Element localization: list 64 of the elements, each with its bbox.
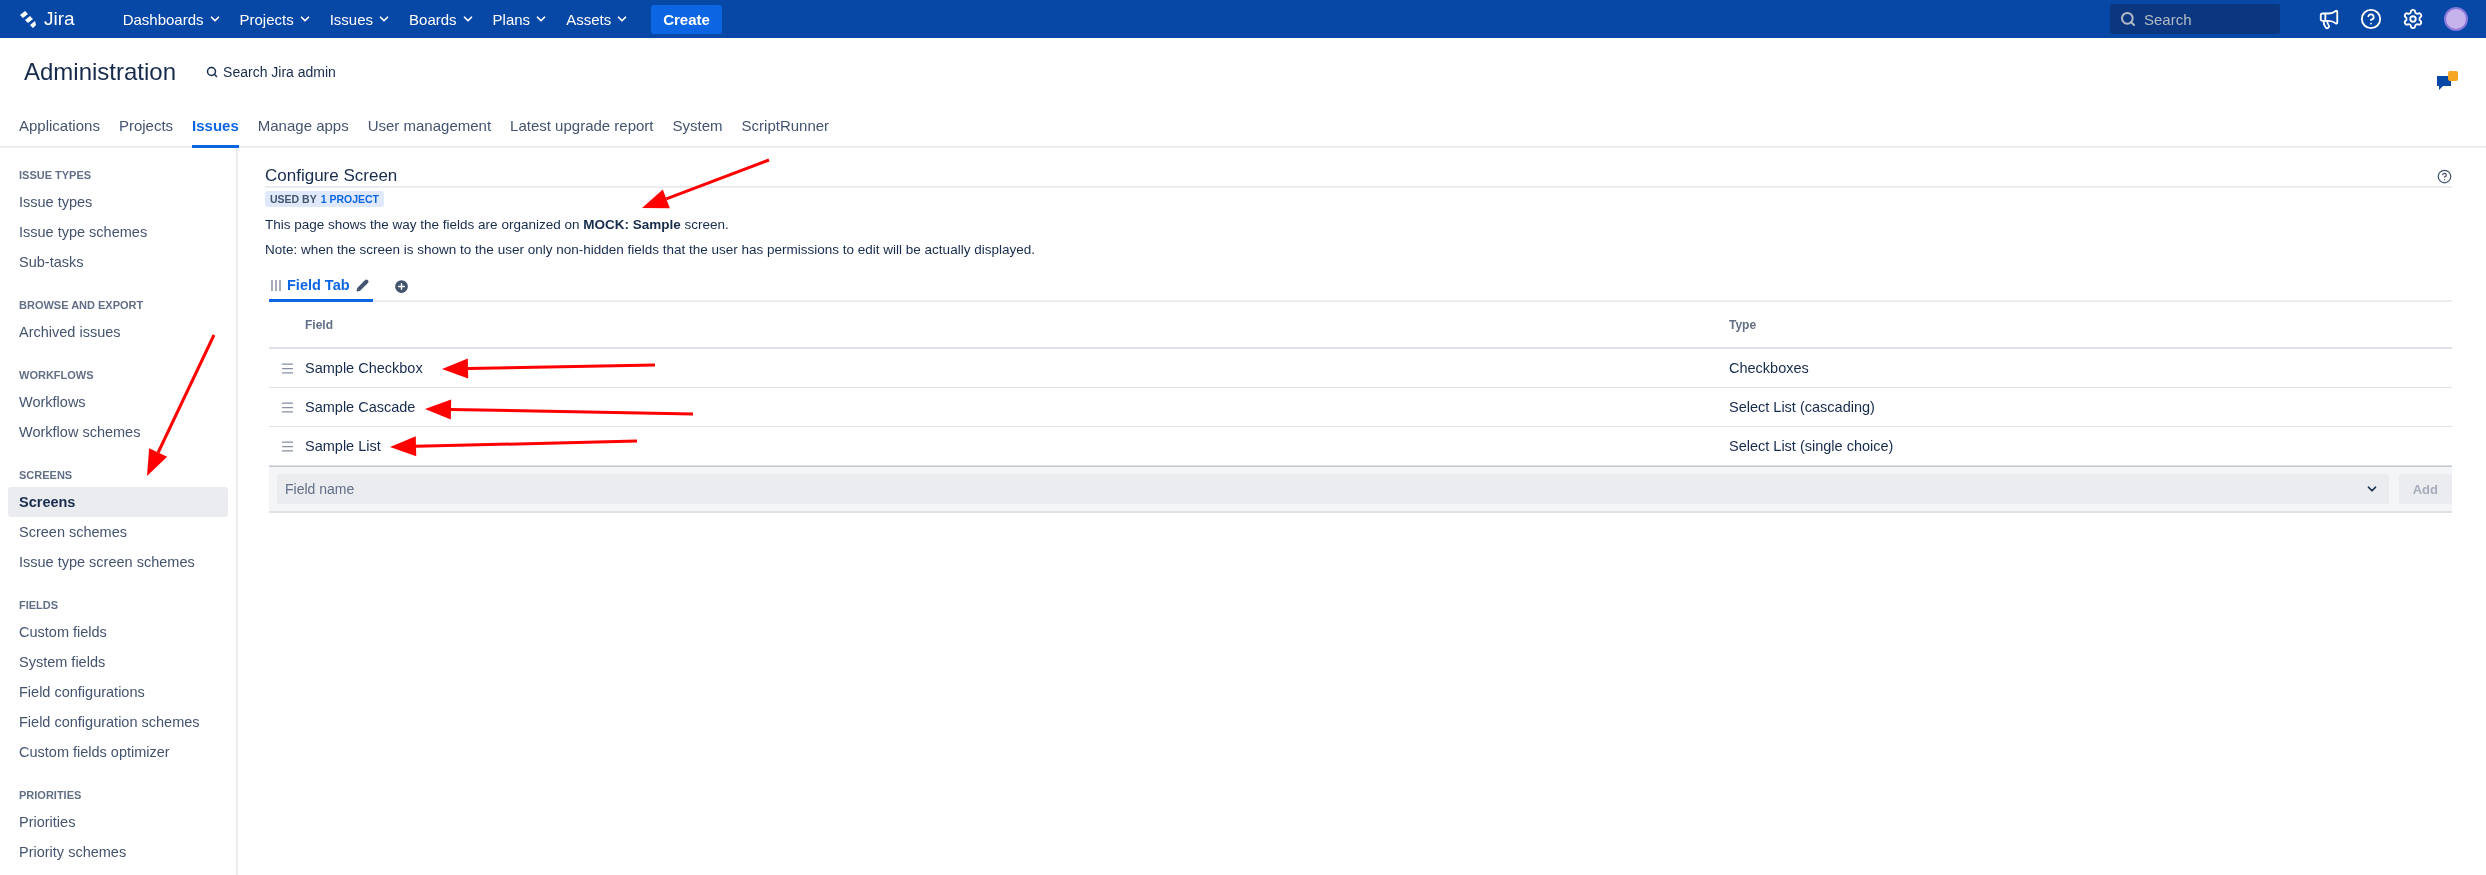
sidebar-item[interactable]: Priority schemes — [8, 837, 228, 867]
sidebar-item[interactable]: Screen schemes — [8, 517, 228, 547]
admin-tab[interactable]: User management — [367, 105, 492, 148]
screen-tab[interactable]: Field Tab — [269, 273, 373, 302]
admin-tab[interactable]: ScriptRunner — [741, 105, 830, 148]
admin-tab[interactable]: Applications — [19, 105, 100, 148]
jira-logo[interactable]: Jira — [18, 8, 75, 30]
admin-tab[interactable]: System — [672, 105, 723, 148]
grip-icon — [271, 279, 281, 291]
sidebar-item[interactable]: Workflow schemes — [8, 417, 228, 447]
sidebar-heading: PRIORITIES — [19, 788, 83, 802]
logo-icon — [18, 9, 38, 29]
table-cell: Checkboxes — [1729, 349, 2452, 388]
search-icon — [2120, 11, 2136, 27]
drag-handle-icon[interactable] — [279, 360, 295, 376]
search-field[interactable]: Search — [2110, 4, 2280, 34]
sidebar-heading: BROWSE AND EXPORT — [19, 298, 145, 312]
admin-tab[interactable]: Manage apps — [257, 105, 349, 148]
drag-handle-icon[interactable] — [279, 399, 295, 415]
admin-tab[interactable]: Latest upgrade report — [510, 105, 654, 148]
help-icon[interactable] — [2437, 168, 2452, 184]
sidebar-heading: FIELDS — [19, 598, 60, 612]
admin-search-link[interactable]: Search Jira admin — [206, 63, 336, 80]
pencil-icon[interactable] — [355, 278, 369, 292]
project-link[interactable]: 1 PROJECT — [320, 193, 380, 205]
page-title: Administration — [24, 57, 177, 86]
sidebar-item[interactable]: Workflows — [8, 387, 228, 417]
sidebar-item[interactable]: Field configurations — [8, 677, 228, 707]
table-cell: Select List (cascading) — [1729, 388, 2452, 427]
sidebar-item[interactable]: Screens — [8, 487, 228, 517]
nav-menu[interactable]: Plans — [492, 10, 549, 28]
admin-tab[interactable]: Projects — [118, 105, 174, 148]
sidebar-item[interactable]: Field configuration schemes — [8, 707, 228, 737]
drag-handle-icon[interactable] — [279, 438, 295, 454]
add-tab-icon[interactable] — [392, 278, 410, 295]
note-text: Note: when the screen is shown to the user only non-hidden fields that the user has permissions to edit will be actually displayed. — [265, 242, 1036, 257]
sidebar-item[interactable]: Priorities — [8, 807, 228, 837]
sidebar-item[interactable]: Issue type screen schemes — [8, 547, 228, 577]
nav-menu[interactable]: Dashboards — [122, 10, 222, 28]
create-button[interactable]: Create — [651, 4, 722, 34]
nav-menu[interactable]: Assets — [566, 10, 630, 28]
sidebar-item[interactable]: Custom fields optimizer — [8, 737, 228, 767]
section-title: Configure Screen — [265, 166, 398, 186]
column-header: Type — [1729, 302, 2452, 349]
sidebar-item[interactable]: System fields — [8, 647, 228, 677]
sidebar-item[interactable]: Issue types — [8, 187, 228, 217]
column-header: Field — [305, 302, 1729, 349]
sidebar-heading: SCREENS — [19, 468, 74, 482]
sidebar-item[interactable]: Issue type schemes — [8, 217, 228, 247]
description-text: This page shows the way the fields are organized on MOCK: Sample screen. — [265, 217, 730, 232]
sidebar-item[interactable]: Custom fields — [8, 617, 228, 647]
sidebar-heading: WORKFLOWS — [19, 368, 95, 382]
nav-menu[interactable]: Projects — [239, 10, 312, 28]
admin-tab[interactable]: Issues — [192, 105, 239, 148]
megaphone-icon[interactable] — [2318, 8, 2340, 30]
nav-menu[interactable]: Boards — [409, 10, 475, 28]
settings-icon[interactable] — [2402, 8, 2424, 30]
sidebar-heading: ISSUE TYPES — [19, 168, 93, 182]
sidebar-item[interactable]: Sub-tasks — [8, 247, 228, 277]
badge-label: USED BY — [270, 193, 317, 205]
search-icon — [206, 65, 219, 78]
avatar[interactable] — [2444, 7, 2468, 31]
sidebar-item[interactable]: Archived issues — [8, 317, 228, 347]
nav-menu[interactable]: Issues — [329, 10, 392, 28]
